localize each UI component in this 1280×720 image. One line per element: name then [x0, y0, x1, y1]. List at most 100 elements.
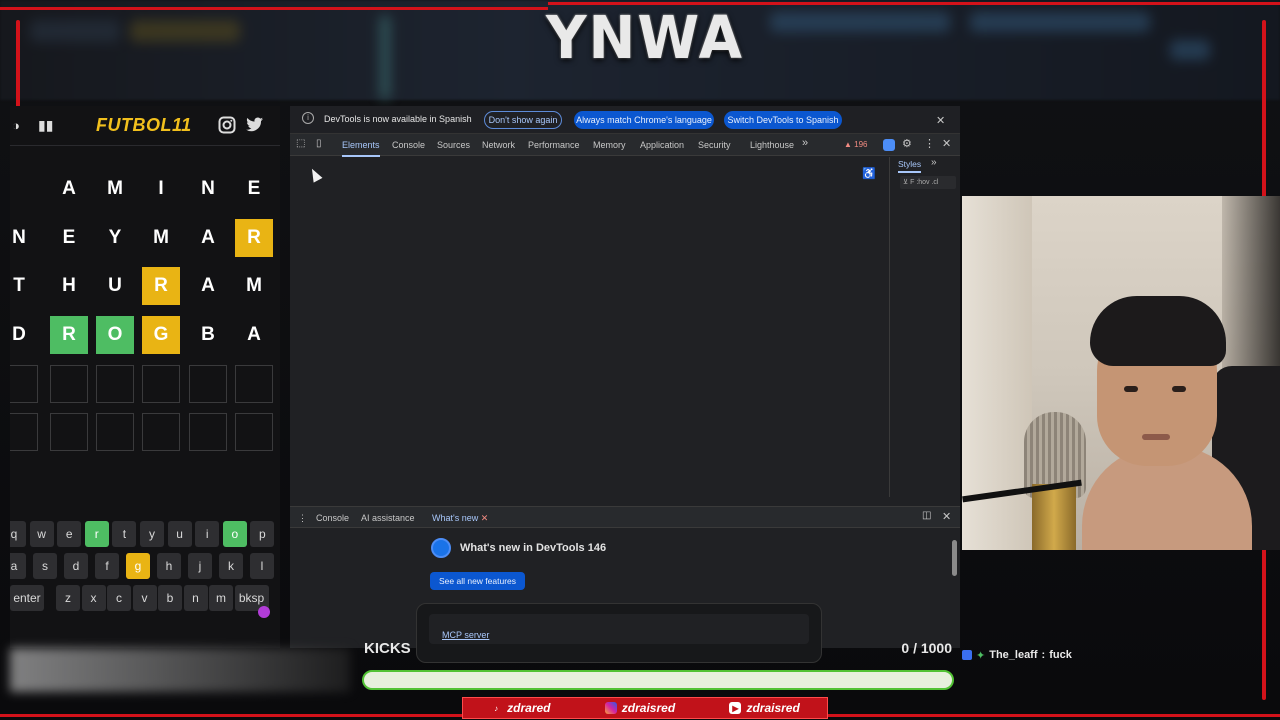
close-infobar-icon[interactable]: ✕: [936, 114, 945, 127]
game-header: ◑ ▮▮ FUTBOL11: [10, 106, 280, 146]
grid-tile: B: [189, 316, 227, 354]
kicks-label: KICKS: [364, 640, 411, 657]
close-tab-icon[interactable]: ✕: [481, 513, 489, 523]
tab-security[interactable]: Security: [698, 140, 731, 150]
key-c[interactable]: c: [107, 585, 131, 611]
stats-icon[interactable]: ▮▮: [38, 117, 53, 134]
chat-separator: :: [1041, 649, 1046, 661]
grid-tile: [10, 413, 38, 451]
key-y[interactable]: y: [140, 521, 164, 547]
grid-tile: [142, 413, 180, 451]
twitter-icon[interactable]: [246, 117, 264, 133]
grid-tile: M: [142, 219, 180, 257]
key-d[interactable]: d: [64, 553, 88, 579]
grid-tile: [96, 365, 134, 403]
right-eye: [1172, 386, 1186, 392]
drawer-tab-whats-new[interactable]: What's new ✕: [432, 513, 489, 531]
accessibility-icon[interactable]: ♿: [862, 167, 876, 180]
key-e[interactable]: e: [57, 521, 82, 547]
tab-sources[interactable]: Sources: [437, 140, 470, 150]
social-youtube: ▶ zdraisred: [729, 701, 800, 715]
key-enter[interactable]: enter: [10, 585, 44, 611]
youtube-icon: ▶: [729, 702, 742, 714]
grid-tile: A: [235, 316, 273, 354]
key-x[interactable]: x: [81, 585, 106, 611]
drawer-tab-ai-assistance[interactable]: AI assistance: [361, 513, 415, 523]
drawer-scrollbar[interactable]: [952, 540, 957, 576]
warning-badge[interactable]: ▲ 196: [844, 140, 868, 149]
key-f[interactable]: f: [95, 553, 119, 579]
inspect-icon[interactable]: ⬚: [296, 138, 305, 149]
styles-filter-input[interactable]: ⊻ F :hov .cl: [900, 176, 956, 189]
mcp-server-link[interactable]: MCP server: [442, 630, 489, 640]
drawer-tab-console[interactable]: Console: [316, 513, 349, 523]
drawer-tab-whats-new-label: What's new: [432, 513, 479, 523]
grid-tile: O: [96, 316, 134, 354]
key-l[interactable]: l: [250, 553, 274, 579]
tab-performance[interactable]: Performance: [528, 140, 580, 150]
grid-tile: N: [10, 219, 38, 257]
kicks-counter: 0 / 1000: [901, 640, 952, 656]
social-instagram: zdraisred: [604, 701, 675, 715]
key-n[interactable]: n: [183, 585, 208, 611]
instagram-icon[interactable]: [218, 116, 236, 134]
grid-tile: M: [235, 267, 273, 305]
kebab-menu-icon[interactable]: ⋮: [924, 137, 935, 150]
key-w[interactable]: w: [29, 521, 54, 547]
blurred-bottom-left: [10, 648, 350, 692]
tab-application[interactable]: Application: [640, 140, 684, 150]
chat-text: fuck: [1049, 649, 1072, 661]
info-icon: i: [302, 112, 314, 124]
elements-panel[interactable]: ♿: [290, 157, 890, 497]
devtools-window: i DevTools is now available in Spanish D…: [290, 106, 960, 663]
tiktok-handle: zdrared: [507, 701, 551, 715]
help-icon[interactable]: ◑: [12, 118, 20, 133]
more-tabs-icon[interactable]: »: [802, 137, 808, 149]
settings-icon[interactable]: ⚙: [902, 137, 912, 150]
key-g[interactable]: g: [126, 553, 150, 579]
grid-tile: [96, 413, 134, 451]
key-v[interactable]: v: [132, 585, 157, 611]
close-devtools-icon[interactable]: ✕: [942, 137, 951, 150]
tab-memory[interactable]: Memory: [593, 140, 626, 150]
grid-tile: E: [235, 170, 273, 208]
dont-show-again-button[interactable]: Don't show again: [484, 111, 562, 129]
see-all-features-button[interactable]: See all new features: [430, 572, 526, 590]
styles-more-icon[interactable]: »: [931, 157, 937, 168]
tab-network[interactable]: Network: [482, 140, 515, 150]
key-i[interactable]: i: [195, 521, 220, 547]
key-j[interactable]: j: [188, 553, 212, 579]
microphone-mount: [1032, 484, 1076, 550]
feature-card: MCP server: [416, 603, 822, 663]
grid-tile: A: [50, 170, 88, 208]
grid-tile: [142, 365, 180, 403]
ai-icon[interactable]: [883, 139, 895, 151]
tab-lighthouse[interactable]: Lighthouse: [750, 140, 794, 150]
dock-icon[interactable]: ◫: [922, 510, 931, 521]
tab-console[interactable]: Console: [392, 140, 425, 150]
styles-tab[interactable]: Styles: [898, 159, 922, 173]
key-o[interactable]: o: [222, 521, 247, 547]
key-s[interactable]: s: [33, 553, 57, 579]
key-b[interactable]: b: [158, 585, 182, 611]
key-q[interactable]: q: [10, 521, 26, 547]
filter-hov-cls[interactable]: :hov .cl: [916, 179, 938, 186]
tab-elements[interactable]: Elements: [342, 140, 380, 157]
drawer-menu-icon[interactable]: ⋮: [298, 513, 307, 524]
match-language-button[interactable]: Always match Chrome's language: [574, 111, 714, 129]
switch-language-button[interactable]: Switch DevTools to Spanish: [724, 111, 842, 129]
key-m[interactable]: m: [209, 585, 233, 611]
close-drawer-icon[interactable]: ✕: [942, 510, 951, 523]
grid-tile: E: [50, 219, 88, 257]
key-k[interactable]: k: [219, 553, 243, 579]
device-toggle-icon[interactable]: ▯: [316, 138, 322, 149]
key-u[interactable]: u: [167, 521, 192, 547]
key-a[interactable]: a: [10, 553, 26, 579]
key-t[interactable]: t: [112, 521, 137, 547]
key-p[interactable]: p: [250, 521, 275, 547]
key-z[interactable]: z: [56, 585, 80, 611]
mouth: [1142, 434, 1170, 440]
key-r[interactable]: r: [84, 521, 109, 547]
key-h[interactable]: h: [157, 553, 181, 579]
grid-tile: A: [189, 219, 227, 257]
